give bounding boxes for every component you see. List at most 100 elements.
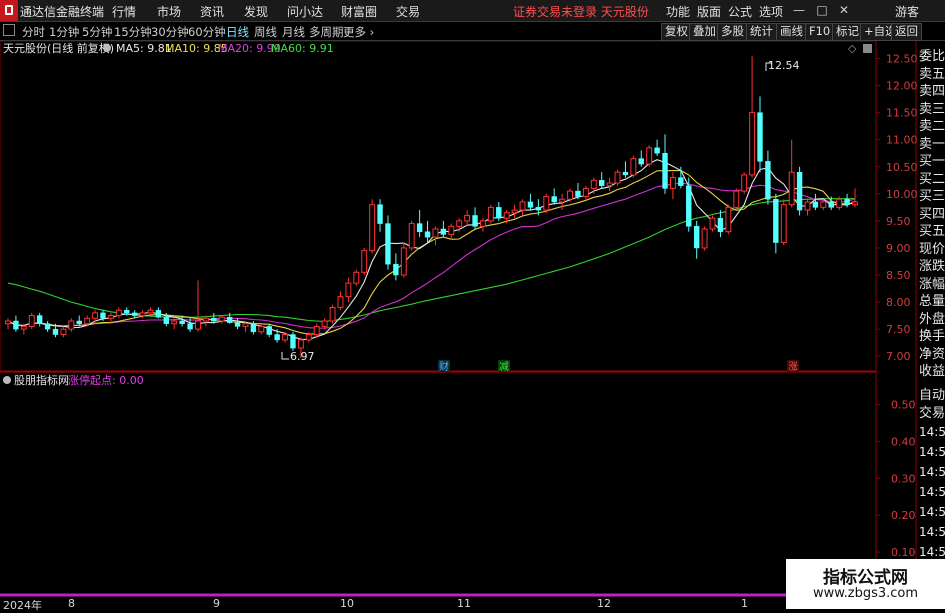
candle-body-down[interactable] <box>377 204 383 224</box>
candle-body-down[interactable] <box>234 322 241 327</box>
candle-body-up[interactable] <box>590 179 597 189</box>
candle-body-down[interactable] <box>163 316 170 324</box>
f10-button[interactable]: F10 <box>805 23 835 41</box>
candle-body-down[interactable] <box>250 323 257 333</box>
candle-body-up[interactable] <box>479 220 486 227</box>
candle-body-up[interactable] <box>432 228 439 238</box>
candle-body-down[interactable] <box>638 158 644 165</box>
tab-monthly[interactable]: 月线 <box>282 24 305 40</box>
candle-body-up[interactable] <box>709 217 716 230</box>
candle-body-down[interactable] <box>757 112 763 162</box>
candle-body-down[interactable] <box>179 320 185 324</box>
candle-body-up[interactable] <box>361 250 368 273</box>
candle-body-down[interactable] <box>527 201 534 208</box>
candle-body-up[interactable] <box>115 309 122 317</box>
candle-body-down[interactable] <box>290 334 296 349</box>
menu-trade[interactable]: 交易 <box>396 3 420 20</box>
candle-body-down[interactable] <box>155 309 162 318</box>
candle-body-up[interactable] <box>195 320 201 330</box>
tab-1min[interactable]: 1分钟 <box>49 24 79 40</box>
candle-body-up[interactable] <box>646 147 653 165</box>
candle-body-up[interactable] <box>171 320 178 325</box>
candle-body-up[interactable] <box>456 220 463 227</box>
candle-body-up[interactable] <box>448 225 455 235</box>
candle-body-up[interactable] <box>464 214 471 222</box>
tab-5min[interactable]: 5分钟 <box>82 24 112 40</box>
menu-discover[interactable]: 发现 <box>244 3 268 20</box>
candle-body-up[interactable] <box>788 171 795 206</box>
menu-formula[interactable]: 公式 <box>728 3 752 20</box>
candle-body-up[interactable] <box>218 316 225 322</box>
candle-body-down[interactable] <box>598 180 605 186</box>
candle-body-down[interactable] <box>844 198 850 205</box>
candle-body-up[interactable] <box>400 247 407 276</box>
menu-ask-xiaoda[interactable]: 问小达 <box>287 3 323 20</box>
candle-body-up[interactable] <box>614 171 621 184</box>
tab-daily[interactable]: 日线 <box>226 24 249 40</box>
menu-layout[interactable]: 版面 <box>697 3 721 20</box>
toolbar-back-icon[interactable] <box>3 24 15 36</box>
candle-body-up[interactable] <box>202 317 209 322</box>
candle-body-down[interactable] <box>551 196 557 203</box>
candle-body-up[interactable] <box>337 296 344 308</box>
candle-body-down[interactable] <box>622 171 629 176</box>
candle-body-up[interactable] <box>92 312 99 319</box>
candle-body-up[interactable] <box>242 323 249 327</box>
indicator-settings-icon[interactable] <box>3 376 11 384</box>
candle-body-up[interactable] <box>147 309 154 314</box>
candle-body-down[interactable] <box>226 316 233 323</box>
candle-body-up[interactable] <box>630 158 637 176</box>
candle-body-up[interactable] <box>258 325 265 333</box>
menu-quotes[interactable]: 行情 <box>112 3 136 20</box>
close-icon[interactable]: ✕ <box>836 2 852 18</box>
candle-body-up[interactable] <box>669 177 676 189</box>
candle-body-down[interactable] <box>796 171 803 211</box>
candle-body-down[interactable] <box>678 177 684 186</box>
candle-body-down[interactable] <box>76 320 82 324</box>
candle-body-down[interactable] <box>440 228 447 235</box>
minimize-icon[interactable]: — <box>791 2 807 18</box>
candle-body-up[interactable] <box>804 201 811 211</box>
candle-body-up[interactable] <box>313 325 320 336</box>
candle-body-down[interactable] <box>812 201 819 208</box>
candle-body-down[interactable] <box>717 217 724 232</box>
candle-body-down[interactable] <box>211 318 217 322</box>
tab-multi-period[interactable]: 多周期 <box>309 24 344 40</box>
overlay-button[interactable]: 叠加 <box>689 23 720 41</box>
candle-body-up[interactable] <box>60 328 67 336</box>
candle-body-up[interactable] <box>139 312 146 317</box>
candle-body-down[interactable] <box>124 309 130 314</box>
candle-body-down[interactable] <box>575 190 581 197</box>
candle-body-up[interactable] <box>487 206 494 222</box>
candle-body-down[interactable] <box>100 312 106 319</box>
candle-body-down[interactable] <box>496 207 502 219</box>
candle-body-up[interactable] <box>820 201 827 208</box>
candle-body-up[interactable] <box>543 196 550 211</box>
candle-body-up[interactable] <box>305 334 312 341</box>
menu-market[interactable]: 市场 <box>157 3 181 20</box>
candle-body-up[interactable] <box>345 282 352 298</box>
maximize-icon[interactable]: □ <box>814 2 830 18</box>
candle-body-down[interactable] <box>472 215 478 227</box>
candle-body-up[interactable] <box>329 306 336 322</box>
candle-body-up[interactable] <box>297 339 304 349</box>
candle-body-up[interactable] <box>84 317 91 325</box>
candle-body-down[interactable] <box>187 323 193 330</box>
candle-body-up[interactable] <box>5 320 11 325</box>
candle-body-down[interactable] <box>424 231 431 238</box>
tab-60min[interactable]: 60分钟 <box>188 24 226 40</box>
candle-body-up[interactable] <box>20 325 27 330</box>
candle-body-up[interactable] <box>780 204 787 244</box>
candle-body-up[interactable] <box>353 271 360 284</box>
multi-stock-button[interactable]: 多股 <box>717 23 748 41</box>
candle-body-up[interactable] <box>519 201 526 211</box>
candle-body-up[interactable] <box>68 320 75 330</box>
candle-body-up[interactable] <box>749 112 756 176</box>
tab-intraday[interactable]: 分时 <box>22 24 45 40</box>
candle-body-down[interactable] <box>662 152 668 189</box>
candle-body-down[interactable] <box>535 207 542 211</box>
return-button[interactable]: 返回 <box>891 23 922 41</box>
candle-body-down[interactable] <box>52 328 59 335</box>
candle-body-up[interactable] <box>701 228 708 249</box>
tab-weekly[interactable]: 周线 <box>254 24 277 40</box>
